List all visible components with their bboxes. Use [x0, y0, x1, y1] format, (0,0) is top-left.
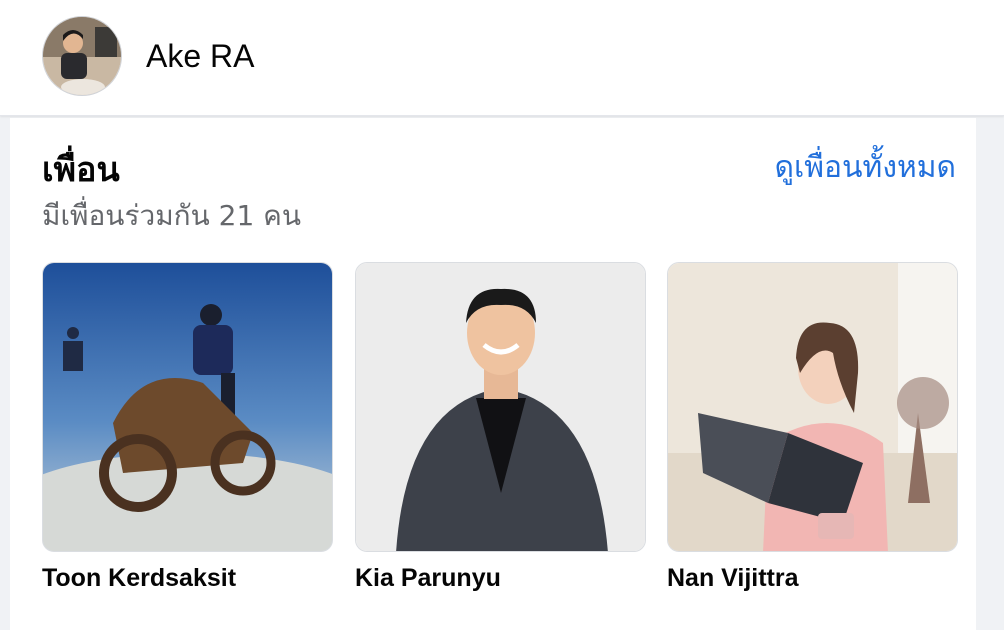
friend-card[interactable]: Kia Parunyu [355, 262, 646, 593]
friend-card[interactable]: Toon Kerdsaksit [42, 262, 333, 593]
mutual-friends-count: มีเพื่อนร่วมกัน 21 คน [42, 199, 302, 232]
friend-name[interactable]: Toon Kerdsaksit [42, 564, 333, 593]
profile-name[interactable]: Ake RA [146, 38, 254, 75]
avatar[interactable] [42, 16, 122, 96]
see-all-friends-link[interactable]: ดูเพื่อนทั้งหมด [775, 144, 957, 191]
friend-name[interactable]: Nan Vijittra [667, 564, 958, 593]
friend-photo[interactable] [42, 262, 333, 552]
profile-header: Ake RA [0, 0, 1004, 116]
section-title: เพื่อน [42, 150, 120, 190]
friend-card[interactable]: Nan Vijittra [667, 262, 958, 593]
friend-name[interactable]: Kia Parunyu [355, 564, 646, 593]
friend-photo[interactable] [355, 262, 646, 552]
friend-photo[interactable] [667, 262, 958, 552]
